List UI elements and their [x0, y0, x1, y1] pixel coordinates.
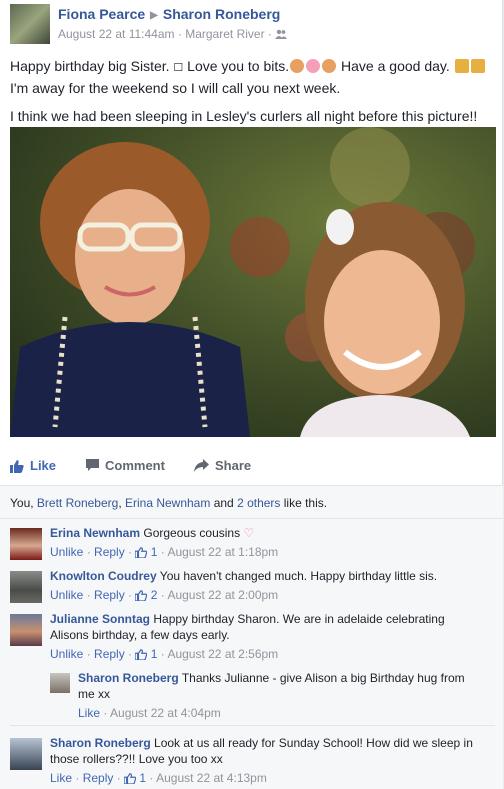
comment: Sharon Roneberg Look at us all ready for…	[10, 735, 495, 789]
comment-text: Happy birthday Sharon. We are in adelaid…	[153, 612, 445, 626]
meta-dot: ·	[267, 27, 272, 41]
post-line-1: Happy birthday big Sister. ☐ Love you to…	[10, 56, 495, 78]
comment-body: Sharon Roneberg Look at us all ready for…	[50, 735, 473, 786]
comment-text-cont: Alisons birthday, a few days early.	[50, 628, 230, 642]
friends-audience-icon[interactable]	[275, 29, 288, 39]
comment-meta: Like · Reply · 1 · August 22 at 4:13pm	[50, 771, 267, 785]
liker-link[interactable]: Brett Roneberg	[37, 496, 118, 510]
party-popper-icon	[454, 59, 469, 73]
reply-link[interactable]: Reply	[94, 588, 125, 602]
commenter-avatar[interactable]	[10, 528, 42, 560]
comment: Knowlton Coudrey You haven't changed muc…	[10, 568, 495, 608]
heart-emoji-icon: ♡	[243, 526, 255, 540]
comment-text: Look at us all ready for Sunday School! …	[154, 736, 473, 750]
arrow-right-icon: ▶	[150, 10, 158, 21]
post-line-3: I think we had been sleeping in Lesley's…	[10, 108, 478, 124]
share-arrow-icon	[194, 459, 209, 472]
unlike-link[interactable]: Unlike	[50, 647, 83, 661]
like-count-icon	[124, 773, 137, 784]
comment-body: Julianne Sonntag Happy birthday Sharon. …	[50, 611, 445, 662]
post-date[interactable]: August 22 at 11:44am	[58, 27, 175, 41]
comment-author[interactable]: Sharon Roneberg	[50, 736, 151, 750]
comment-meta: Unlike · Reply · 1 · August 22 at 1:18pm	[50, 545, 279, 559]
comment: Julianne Sonntag Happy birthday Sharon. …	[10, 611, 495, 667]
comment: Erina Newnham Gorgeous cousins ♡ Unlike …	[10, 525, 495, 565]
like-count-icon	[135, 649, 148, 660]
face-emoji-icon	[290, 59, 305, 73]
like-button[interactable]: Like	[10, 458, 56, 473]
meta-dot: ·	[177, 27, 182, 41]
likes-summary: You, Brett Roneberg, Erina Newnham and 2…	[0, 485, 503, 519]
comment-time[interactable]: August 22 at 1:18pm	[167, 545, 278, 559]
comment-meta: Unlike · Reply · 1 · August 22 at 2:56pm	[50, 647, 279, 661]
like-count-icon	[135, 590, 148, 601]
reply-link[interactable]: Reply	[94, 545, 125, 559]
others-link[interactable]: 2 others	[237, 496, 280, 510]
comment-body: Erina Newnham Gorgeous cousins ♡ Unlike …	[50, 525, 278, 560]
face-emoji-icon	[322, 59, 337, 73]
comment-text-cont: me xx	[78, 687, 111, 701]
commenter-avatar[interactable]	[10, 614, 42, 646]
like-count[interactable]: 2	[151, 588, 158, 602]
comment-button[interactable]: Comment	[86, 458, 165, 473]
unlike-link[interactable]: Unlike	[50, 588, 83, 602]
author-avatar[interactable]	[10, 4, 50, 44]
divider	[10, 725, 495, 726]
comment-meta: Unlike · Reply · 2 · August 22 at 2:00pm	[50, 588, 279, 602]
comment-time[interactable]: August 22 at 2:56pm	[167, 647, 278, 661]
liker-link[interactable]: Erina Newnham	[125, 496, 210, 510]
commenter-avatar[interactable]	[50, 673, 70, 693]
comment-author[interactable]: Sharon Roneberg	[78, 671, 179, 685]
comment-reply: Sharon Roneberg Thanks Julianne - give A…	[50, 670, 495, 726]
like-count-icon	[135, 547, 148, 558]
comment-time[interactable]: August 22 at 4:13pm	[156, 771, 267, 785]
like-count[interactable]: 1	[151, 647, 158, 661]
party-popper-icon	[470, 59, 485, 73]
comment-author[interactable]: Knowlton Coudrey	[50, 569, 157, 583]
like-count[interactable]: 1	[139, 771, 146, 785]
author-name[interactable]: Fiona Pearce	[58, 6, 145, 22]
reply-link[interactable]: Reply	[83, 771, 114, 785]
comment-text: You haven't changed much. Happy birthday…	[159, 569, 438, 583]
comment-time[interactable]: August 22 at 4:04pm	[110, 706, 221, 720]
commenter-avatar[interactable]	[10, 738, 42, 770]
share-button[interactable]: Share	[194, 458, 251, 473]
comment-author[interactable]: Erina Newnham	[50, 526, 140, 540]
comment-text: Gorgeous cousins	[143, 526, 241, 540]
post-line-2: I'm away for the weekend so I will call …	[10, 80, 341, 96]
comment-body: Sharon Roneberg Thanks Julianne - give A…	[78, 670, 465, 721]
comment-meta: Like · August 22 at 4:04pm	[78, 706, 221, 720]
like-count[interactable]: 1	[151, 545, 158, 559]
reply-link[interactable]: Reply	[94, 647, 125, 661]
box-icon: ☐	[173, 62, 184, 74]
comment-text-cont: those rollers??!! Love you too xx	[50, 752, 223, 766]
like-link[interactable]: Like	[78, 706, 100, 720]
post-text: Happy birthday big Sister. ☐ Love you to…	[10, 56, 495, 134]
post-photo[interactable]	[10, 127, 496, 437]
commenter-avatar[interactable]	[10, 571, 42, 603]
post-actions: Like Comment Share	[0, 452, 503, 482]
target-name[interactable]: Sharon Roneberg	[163, 6, 280, 22]
comment-author[interactable]: Julianne Sonntag	[50, 612, 150, 626]
thumbs-up-icon	[10, 459, 24, 473]
comment-text: Thanks Julianne - give Alison a big Birt…	[181, 671, 465, 685]
heart-emoji-icon	[306, 59, 321, 73]
unlike-link[interactable]: Unlike	[50, 545, 83, 559]
likes-text: You, Brett Roneberg, Erina Newnham and 2…	[10, 496, 328, 510]
comment-time[interactable]: August 22 at 2:00pm	[167, 588, 278, 602]
photo-image	[10, 127, 496, 437]
post-header-names: Fiona Pearce ▶ Sharon Roneberg	[58, 6, 280, 22]
comment-bubble-icon	[86, 459, 99, 471]
comments-section: Erina Newnham Gorgeous cousins ♡ Unlike …	[0, 519, 503, 789]
post-card: Fiona Pearce ▶ Sharon Roneberg August 22 a…	[0, 0, 503, 789]
post-meta: August 22 at 11:44am · Margaret River ·	[58, 27, 288, 41]
post-location[interactable]: Margaret River	[185, 27, 264, 41]
comment-body: Knowlton Coudrey You haven't changed muc…	[50, 568, 437, 603]
like-link[interactable]: Like	[50, 771, 72, 785]
